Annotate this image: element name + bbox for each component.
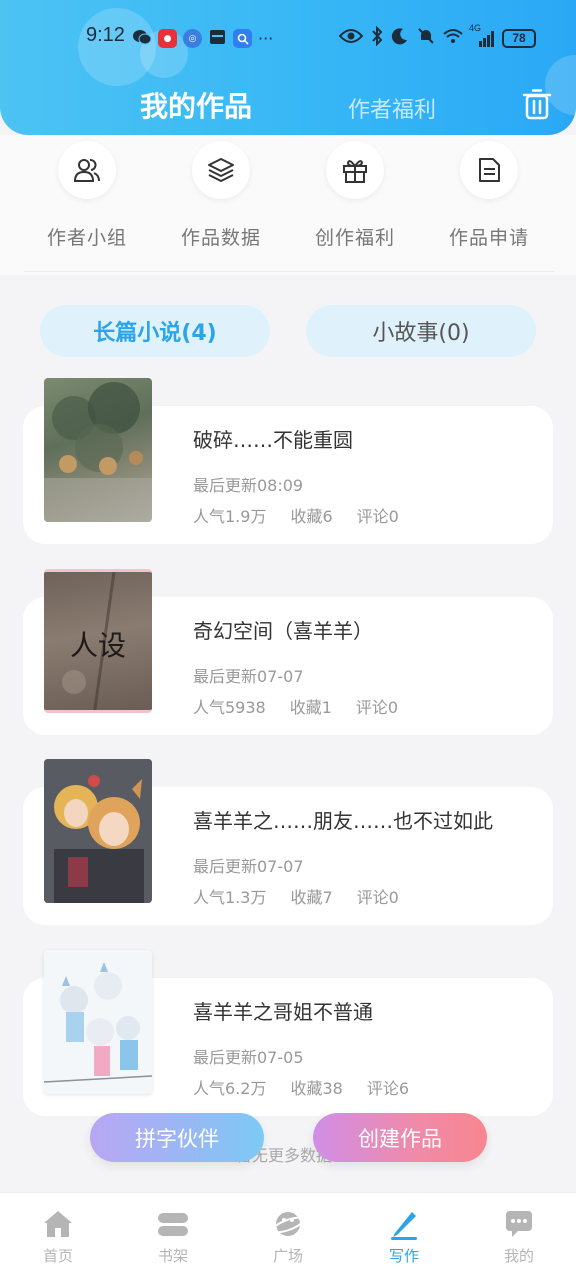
wechat-icon [132, 28, 152, 50]
nav-home[interactable]: 首页 [18, 1207, 98, 1266]
work-cover[interactable]: 人设 [44, 569, 152, 713]
status-bar: 9:12 ● ◎ ··· 4G 78 [0, 18, 576, 56]
bookshelf-icon [156, 1207, 190, 1241]
work-title: 喜羊羊之……朋友……也不过如此 [193, 809, 493, 833]
quick-action-label: 作品数据 [180, 227, 261, 249]
nav-plaza[interactable]: 广场 [248, 1207, 328, 1266]
home-icon [41, 1207, 75, 1241]
create-work-button[interactable]: 创建作品 [313, 1113, 487, 1162]
work-popularity: 人气6.2万 [193, 1079, 267, 1098]
cover-text: 人设 [70, 629, 127, 662]
work-title: 喜羊羊之哥姐不普通 [193, 1000, 373, 1024]
nav-label: 我的 [503, 1247, 534, 1265]
calendar-icon [208, 27, 227, 50]
nav-label: 广场 [272, 1247, 303, 1265]
work-favorites: 收藏6 [290, 507, 333, 526]
work-updated: 最后更新08:09 [193, 476, 304, 495]
tab-my-works[interactable]: 我的作品 [140, 85, 252, 125]
nav-label: 写作 [388, 1247, 419, 1265]
quick-actions: 作者小组 作品数据 创作福利 作品申请 [0, 135, 576, 275]
nav-label: 书架 [157, 1247, 188, 1265]
status-time: 9:12 [86, 24, 125, 46]
quick-action-label: 创作福利 [314, 227, 395, 249]
work-favorites: 收藏7 [290, 888, 333, 907]
document-icon [460, 141, 518, 199]
moon-icon [391, 27, 409, 49]
nav-mine[interactable]: 我的 [479, 1207, 559, 1266]
work-comments: 评论0 [355, 698, 399, 717]
segment-stories[interactable]: 小故事(0) [306, 305, 536, 357]
system-icons: 4G 78 [338, 23, 536, 50]
work-popularity: 人气5938 [193, 698, 266, 717]
more-dots-icon: ··· [258, 29, 274, 48]
work-stats: 人气5938 收藏1 评论0 [193, 694, 398, 718]
chat-icon [502, 1207, 536, 1241]
gift-icon [326, 141, 384, 199]
quick-action-creation-benefits[interactable]: 创作福利 [300, 141, 410, 250]
quick-action-work-data[interactable]: 作品数据 [166, 141, 276, 250]
work-popularity: 人气1.3万 [193, 888, 267, 907]
wifi-icon [443, 28, 463, 48]
search-app-icon [233, 29, 252, 48]
planet-icon [271, 1207, 305, 1241]
bluetooth-icon [371, 25, 383, 50]
work-stats: 人气1.3万 收藏7 评论0 [193, 884, 399, 908]
trash-icon[interactable] [522, 88, 552, 120]
partner-button[interactable]: 拼字伙伴 [90, 1113, 264, 1162]
quick-action-label: 作者小组 [46, 227, 127, 249]
work-updated: 最后更新07-07 [193, 667, 304, 686]
battery-indicator: 78 [502, 28, 536, 48]
eye-icon [338, 28, 364, 48]
work-updated: 最后更新07-05 [193, 1048, 304, 1067]
work-stats: 人气1.9万 收藏6 评论0 [193, 503, 399, 527]
work-popularity: 人气1.9万 [193, 507, 267, 526]
work-stats: 人气6.2万 收藏38 评论6 [193, 1075, 409, 1099]
segment-novels[interactable]: 长篇小说(4) [40, 305, 270, 357]
work-title: 奇幻空间（喜羊羊） [193, 619, 373, 643]
divider [24, 271, 554, 272]
work-cover[interactable] [44, 378, 152, 522]
signal-icon: 4G [469, 23, 494, 47]
nav-label: 首页 [42, 1247, 73, 1265]
layers-icon [192, 141, 250, 199]
mute-icon [417, 27, 435, 49]
app-icon-blue: ◎ [183, 29, 202, 48]
work-cover[interactable] [44, 759, 152, 903]
header: 9:12 ● ◎ ··· 4G 78 我的作品 作者福利 [0, 0, 576, 135]
bottom-nav: 首页 书架 广场 写作 我的 [0, 1192, 576, 1280]
work-comments: 评论6 [366, 1079, 410, 1098]
tab-author-benefits[interactable]: 作者福利 [348, 92, 436, 124]
work-updated: 最后更新07-07 [193, 857, 304, 876]
nav-bookshelf[interactable]: 书架 [133, 1207, 213, 1266]
quick-action-author-group[interactable]: 作者小组 [32, 141, 142, 250]
work-cover[interactable] [44, 950, 152, 1094]
users-icon [58, 141, 116, 199]
quick-action-label: 作品申请 [448, 227, 529, 249]
work-comments: 评论0 [356, 507, 399, 526]
nav-writing[interactable]: 写作 [364, 1207, 444, 1266]
notification-icons: ● ◎ ··· [132, 27, 273, 50]
network-type: 4G [469, 23, 482, 33]
work-title: 破碎……不能重圆 [193, 428, 353, 452]
work-favorites: 收藏1 [289, 698, 332, 717]
work-comments: 评论0 [356, 888, 399, 907]
quick-action-work-application[interactable]: 作品申请 [434, 141, 544, 250]
app-icon-red: ● [158, 29, 177, 48]
pen-icon [387, 1207, 421, 1241]
work-favorites: 收藏38 [290, 1079, 343, 1098]
